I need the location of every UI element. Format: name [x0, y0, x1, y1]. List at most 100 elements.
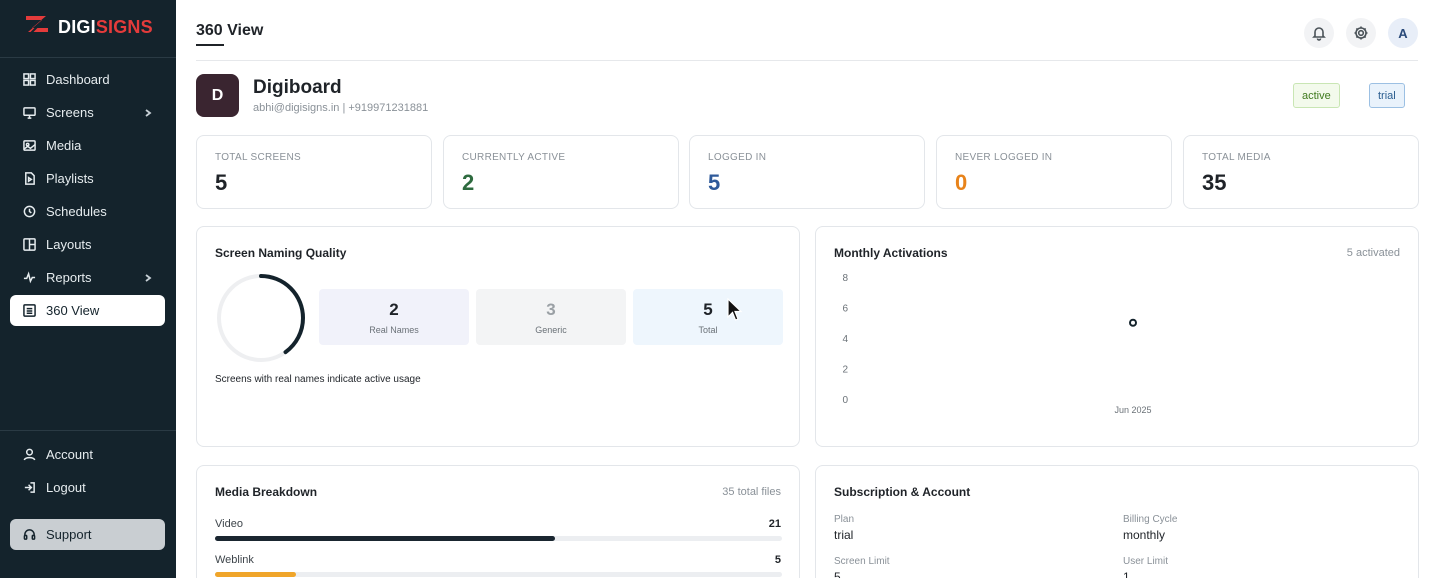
sidebar-item-label: Dashboard [46, 72, 110, 87]
quality-label: Generic [535, 325, 567, 335]
stat-card-currently-active: CURRENTLY ACTIVE 2 [443, 135, 679, 209]
grid-icon [22, 73, 36, 87]
user-avatar[interactable]: A [1388, 18, 1418, 48]
stat-label: CURRENTLY ACTIVE [462, 152, 566, 163]
sidebar-item-screens[interactable]: Screens [10, 97, 165, 128]
media-type-count: 21 [768, 518, 781, 530]
sidebar: DIGISIGNS Dashboard Screens Media Playli… [0, 0, 176, 578]
page-title: 360 View [196, 22, 264, 39]
sidebar-divider [0, 430, 176, 431]
x-tick-label: Jun 2025 [1114, 405, 1151, 415]
media-breakdown-card: Media Breakdown 35 total files Video 21 … [196, 465, 800, 578]
digisigns-logo-icon [25, 15, 49, 39]
brand-name: DIGISIGNS [58, 16, 153, 37]
stat-label: TOTAL SCREENS [215, 152, 301, 163]
org-name: Digiboard [253, 77, 342, 98]
sidebar-item-label: Layouts [46, 237, 92, 252]
naming-quality-card: Screen Naming Quality 2 Real Names 3 Gen… [196, 226, 800, 447]
stat-label: LOGGED IN [708, 152, 767, 163]
support-button[interactable]: Support [10, 519, 165, 550]
title-underline [196, 44, 224, 46]
sidebar-item-label: Reports [46, 270, 92, 285]
field-value-screen-limit: 5 [834, 570, 841, 578]
stat-value: 35 [1202, 170, 1227, 195]
sidebar-nav: Dashboard Screens Media Playlists Schedu… [10, 64, 165, 328]
quality-box-generic: 3 Generic [476, 289, 626, 345]
sidebar-item-media[interactable]: Media [10, 130, 165, 161]
field-label: Plan [834, 514, 855, 525]
activity-icon [22, 271, 36, 285]
bell-icon [1312, 27, 1326, 41]
status-badge-active: active [1293, 83, 1340, 108]
stat-card-total-media: TOTAL MEDIA 35 [1183, 135, 1419, 209]
support-label: Support [46, 527, 92, 542]
y-tick-label: 2 [842, 365, 848, 376]
image-icon [22, 139, 36, 153]
naming-quality-ring [217, 274, 305, 362]
sidebar-item-label: Playlists [46, 171, 94, 186]
media-bar-track [215, 536, 782, 541]
sidebar-item-playlists[interactable]: Playlists [10, 163, 165, 194]
stat-label: NEVER LOGGED IN [955, 152, 1053, 163]
quality-box-real-names: 2 Real Names [319, 289, 469, 345]
sidebar-item-label: Media [46, 138, 82, 153]
quality-note: Screens with real names indicate active … [215, 374, 421, 385]
mouse-cursor-icon [727, 298, 743, 321]
quality-box-total: 5 Total [633, 289, 783, 345]
sidebar-divider [0, 57, 176, 58]
sidebar-item-schedules[interactable]: Schedules [10, 196, 165, 227]
gear-icon [1354, 26, 1368, 40]
activations-count: 5 activated [1346, 247, 1400, 259]
subscription-card: Subscription & Account Plan trial Billin… [815, 465, 1419, 578]
logout-icon [22, 481, 36, 495]
sidebar-item-dashboard[interactable]: Dashboard [10, 64, 165, 95]
sidebar-item-layouts[interactable]: Layouts [10, 229, 165, 260]
clock-icon [22, 205, 36, 219]
sidebar-item-360-view[interactable]: 360 View [10, 295, 165, 326]
monitor-icon [22, 106, 36, 120]
media-total-files: 35 total files [722, 486, 781, 498]
data-point[interactable] [1129, 318, 1137, 327]
media-bar-fill-video [215, 536, 556, 541]
status-badge-trial: trial [1369, 83, 1405, 108]
card-title: Monthly Activations [834, 246, 948, 260]
main-content: 360 View A D Digiboard abhi@digisigns.in… [176, 0, 1440, 578]
sidebar-item-label: 360 View [46, 303, 100, 318]
media-bar-track [215, 572, 782, 577]
card-title: Media Breakdown [215, 485, 318, 499]
stat-card-logged-in: LOGGED IN 5 [689, 135, 925, 209]
field-value-user-limit: 1 [1123, 570, 1130, 578]
chevron-right-icon [143, 106, 153, 117]
media-type-count: 5 [774, 554, 781, 566]
layout-icon [22, 238, 36, 252]
media-type-label: Weblink [215, 554, 254, 566]
header-divider [196, 60, 1418, 61]
sidebar-bottom-nav: Account Logout [10, 439, 165, 505]
org-avatar: D [196, 74, 239, 117]
monthly-activations-card: Monthly Activations 5 activated 8 6 4 2 0 Jun… [815, 226, 1419, 447]
stat-value: 5 [708, 170, 721, 195]
file-play-icon [22, 172, 36, 186]
y-tick-label: 6 [842, 304, 848, 315]
y-tick-label: 4 [842, 334, 848, 345]
org-contact: abhi@digisigns.in | +919971231881 [253, 102, 429, 114]
stat-card-total-screens: TOTAL SCREENS 5 [196, 135, 432, 209]
field-value-billing-cycle: monthly [1123, 528, 1166, 542]
sidebar-item-account[interactable]: Account [10, 439, 165, 470]
monthly-activations-chart: 8 6 4 2 0 Jun 2025 [842, 273, 1151, 415]
y-tick-label: 8 [842, 273, 848, 284]
sidebar-item-reports[interactable]: Reports [10, 262, 165, 293]
stat-card-never-logged-in: NEVER LOGGED IN 0 [936, 135, 1172, 209]
field-label: Billing Cycle [1123, 514, 1178, 525]
quality-value: 3 [546, 300, 556, 319]
settings-button[interactable] [1346, 18, 1376, 48]
quality-label: Total [698, 325, 718, 335]
card-title: Subscription & Account [834, 485, 971, 499]
sidebar-item-label: Schedules [46, 204, 107, 219]
sidebar-item-logout[interactable]: Logout [10, 472, 165, 503]
notifications-button[interactable] [1304, 18, 1334, 48]
card-title: Screen Naming Quality [215, 246, 347, 260]
brand-logo[interactable]: DIGISIGNS [22, 12, 153, 42]
sidebar-item-label: Logout [46, 480, 86, 495]
field-value-plan: trial [834, 528, 854, 542]
